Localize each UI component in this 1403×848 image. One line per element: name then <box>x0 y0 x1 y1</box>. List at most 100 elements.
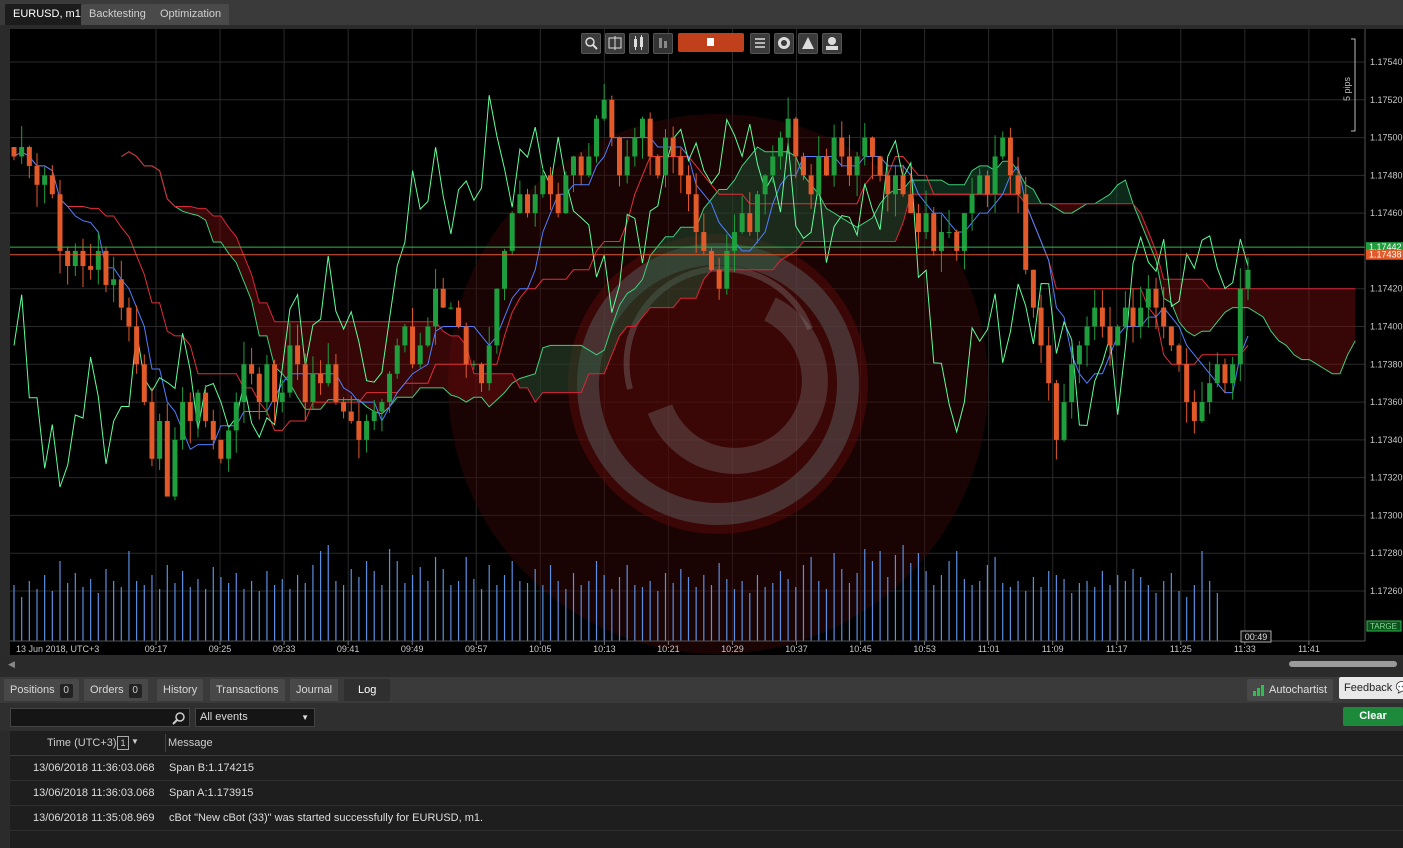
scroll-left-icon[interactable]: ◀ <box>8 659 15 670</box>
time-column-header[interactable]: Time (UTC+3) <box>47 737 117 749</box>
drawing-icon[interactable] <box>798 33 818 54</box>
log-filter-bar: All events ▼ <box>0 703 1403 731</box>
candle-body <box>816 156 822 195</box>
table-row[interactable]: 13/06/2018 11:35:08.969 cBot "New cBot (… <box>10 806 1403 831</box>
chevron-down-icon: ▼ <box>301 713 309 722</box>
candle-body <box>1099 307 1105 327</box>
bars-icon[interactable] <box>653 33 673 54</box>
list-icon[interactable] <box>750 33 770 54</box>
time-tick-label: 11:17 <box>1106 644 1128 654</box>
zoom-icon[interactable] <box>581 33 601 54</box>
candle-body <box>1000 137 1006 157</box>
candle-body <box>379 402 385 412</box>
sort-desc-icon[interactable]: ▼ <box>131 737 139 746</box>
tab-log[interactable]: Log <box>344 679 391 701</box>
events-filter-select[interactable]: All events ▼ <box>195 708 315 727</box>
positions-count: 0 <box>59 684 73 698</box>
candle-body <box>862 137 868 157</box>
candle-body <box>1007 137 1013 176</box>
log-search-input[interactable] <box>11 709 169 726</box>
crosshair-icon[interactable] <box>605 33 625 54</box>
candle-body <box>892 175 898 195</box>
feedback-icon: 💬 <box>1395 682 1403 694</box>
candle-body <box>839 137 845 157</box>
price-tick-label: 1.17260 <box>1370 586 1403 596</box>
candle-body <box>417 345 423 365</box>
tab-backtesting[interactable]: Backtesting <box>81 4 154 25</box>
candle-body <box>241 364 247 403</box>
candle-body <box>601 99 607 119</box>
tab-eurusd-m1[interactable]: EURUSD, m1 <box>5 4 89 25</box>
table-row[interactable]: 13/06/2018 11:36:03.068 Span B:1.174215 <box>10 756 1403 781</box>
candle-body <box>1184 364 1190 403</box>
candle-body <box>72 250 78 267</box>
price-axis-background <box>1365 29 1403 655</box>
candles-icon[interactable] <box>629 33 649 54</box>
feedback-button[interactable]: Feedback 💬 <box>1339 677 1403 699</box>
scrollbar-thumb[interactable] <box>1289 661 1397 667</box>
candle-body <box>1168 326 1174 346</box>
candle-body <box>80 250 86 267</box>
candle-body <box>325 364 331 384</box>
candle-body <box>900 175 906 195</box>
candle-body <box>800 156 806 176</box>
candle-body <box>1015 175 1021 195</box>
price-tick-label: 1.17380 <box>1370 359 1403 369</box>
tab-orders[interactable]: Orders 0 <box>84 679 148 701</box>
chart-tabbar: EURUSD, m1 Backtesting Optimization <box>0 0 1403 25</box>
price-tick-label: 1.17320 <box>1370 473 1403 483</box>
objects-icon[interactable] <box>822 33 842 54</box>
candle-body <box>440 288 446 308</box>
candle-body <box>264 364 270 403</box>
bid-price-label: 1.17438 <box>1369 250 1402 260</box>
orders-count: 0 <box>128 684 142 698</box>
log-time: 13/06/2018 11:35:08.969 <box>33 812 155 824</box>
tab-transactions[interactable]: Transactions <box>210 679 285 701</box>
layers-icon[interactable] <box>774 33 794 54</box>
tab-positions[interactable]: Positions 0 <box>4 679 79 701</box>
candle-body <box>954 232 960 251</box>
candle-body <box>295 345 301 365</box>
log-message: cBot "New cBot (33)" was started success… <box>169 812 484 824</box>
autochartist-button[interactable]: Autochartist <box>1247 679 1334 701</box>
candle-body <box>754 194 760 233</box>
time-tick-label: 10:45 <box>849 644 872 654</box>
candle-body <box>639 118 645 138</box>
candle-body <box>172 439 178 497</box>
stop-button[interactable] <box>678 33 744 52</box>
chart-scrollbar[interactable]: ◀ <box>0 657 1403 671</box>
feedback-label: Feedback <box>1344 682 1393 694</box>
price-chart[interactable]: 1.17540 1.17520 1.17500 1.17480 1.17460 1.174… <box>10 29 1403 655</box>
price-axis: 1.17540 1.17520 1.17500 1.17480 1.17460 1.174… <box>1364 29 1403 655</box>
column-divider[interactable] <box>165 734 166 752</box>
candle-body <box>272 364 278 403</box>
candle-body <box>1038 307 1044 346</box>
candle-body <box>233 402 239 431</box>
candle-body <box>1053 383 1059 440</box>
price-tick-label: 1.17460 <box>1370 208 1403 218</box>
time-tick-label: 10:05 <box>529 644 552 654</box>
candle-body <box>195 392 201 421</box>
candle-body <box>662 137 668 176</box>
candle-body <box>762 175 768 195</box>
tab-history[interactable]: History <box>157 679 204 701</box>
candle-body <box>555 194 561 214</box>
price-tick-label: 1.17280 <box>1370 548 1403 558</box>
countdown-label: 00:49 <box>1245 632 1268 642</box>
candle-body <box>394 345 400 374</box>
message-column-header[interactable]: Message <box>168 737 213 749</box>
price-tick-label: 1.17480 <box>1370 170 1403 180</box>
tab-journal[interactable]: Journal <box>290 679 339 701</box>
search-icon[interactable] <box>172 711 186 725</box>
time-tick-label: 10:13 <box>593 644 616 654</box>
candle-body <box>747 213 753 233</box>
clear-log-button[interactable]: Clear <box>1343 707 1403 726</box>
tab-optimization[interactable]: Optimization <box>152 4 230 25</box>
table-row[interactable]: 13/06/2018 11:36:03.068 Span A:1.173915 <box>10 781 1403 806</box>
candle-body <box>1069 364 1075 403</box>
price-tick-label: 1.17300 <box>1370 510 1403 520</box>
candle-body <box>1230 364 1236 384</box>
candle-body <box>494 288 500 346</box>
candle-body <box>517 194 523 214</box>
candle-body <box>187 402 193 421</box>
